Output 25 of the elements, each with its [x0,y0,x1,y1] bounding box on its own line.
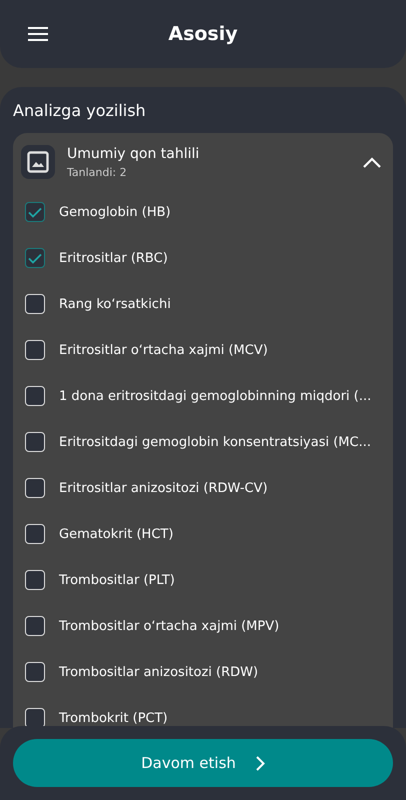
checkmark-icon [28,252,42,264]
menu-icon[interactable] [28,26,48,42]
item-label: Eritrositdagi gemoglobin konsentratsiyasi (MC... [59,434,371,450]
continue-button[interactable]: Davom etish [13,739,393,787]
collapse-icon[interactable] [363,156,381,168]
selected-count: Tanlandi: 2 [67,166,128,178]
item-label: Gematokrit (HCT) [59,526,174,542]
checkmark-icon [28,206,42,218]
item-label: Trombositlar oʻrtacha xajmi (MPV) [59,618,280,634]
item-label: 1 dona eritrositdagi gemoglobinning miqdori (... [59,388,372,404]
item-label: Eritrositlar anizositozi (RDW-CV) [59,480,268,496]
item-label: Trombositlar (PLT) [59,572,175,588]
chevron-right-icon [256,756,265,770]
item-label: Trombositlar anizositozi (RDW) [59,664,258,680]
screen-title: Asosiy [168,23,238,45]
item-label: Eritrositlar oʻrtacha xajmi (MCV) [59,342,268,358]
checkbox[interactable] [25,248,45,268]
image-icon [21,145,55,179]
group-title: Umumiy qon tahlili [67,146,200,162]
item-label: Trombokrit (PCT) [59,710,168,726]
item-label: Eritrositlar (RBC) [59,250,168,266]
checkbox[interactable] [25,202,45,222]
section-title: Analizga yozilish [13,101,147,120]
item-label: Rang koʻrsatkichi [59,296,171,312]
item-label: Gemoglobin (HB) [59,204,171,220]
